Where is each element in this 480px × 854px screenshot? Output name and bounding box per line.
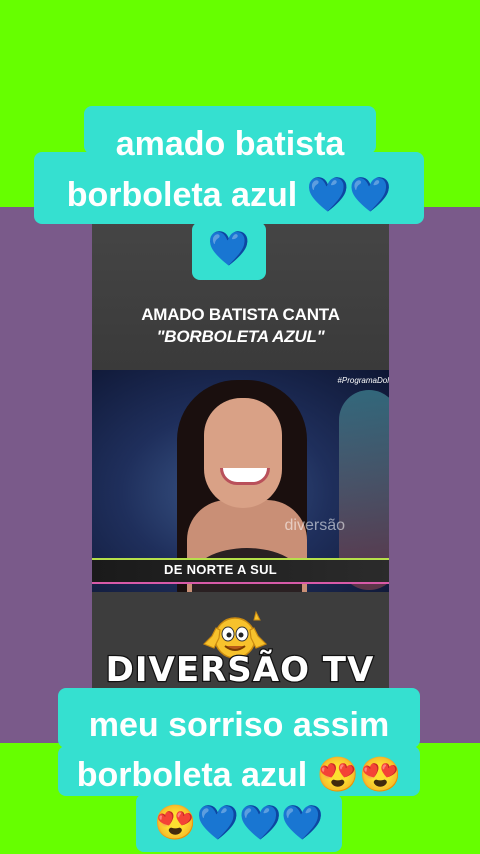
singer-face: [204, 398, 282, 508]
bottom-caption-line1: meu sorriso assim: [88, 706, 390, 744]
program-hashtag: #ProgramaDol: [337, 376, 389, 385]
top-caption-line3: 💙: [207, 230, 251, 268]
video-heading-line2: "BORBOLETA AZUL": [156, 327, 325, 346]
lower-third-text: DE NORTE A SUL: [164, 562, 278, 577]
brand-name: DIVERSÃO TV: [104, 649, 375, 692]
bottom-caption-line3: 😍💙💙💙: [154, 804, 324, 842]
channel-watermark: diversão: [284, 517, 345, 534]
video-heading-line1: AMADO BATISTA CANTA: [141, 305, 340, 324]
top-caption-line1: amado batista: [115, 125, 345, 163]
top-caption-line2: borboleta azul 💙💙: [66, 176, 392, 214]
lower-third-banner: DE NORTE A SUL: [92, 558, 389, 584]
bottom-caption-line2: borboleta azul 😍😍: [76, 756, 402, 794]
video-heading: AMADO BATISTA CANTA "BORBOLETA AZUL": [92, 304, 389, 348]
